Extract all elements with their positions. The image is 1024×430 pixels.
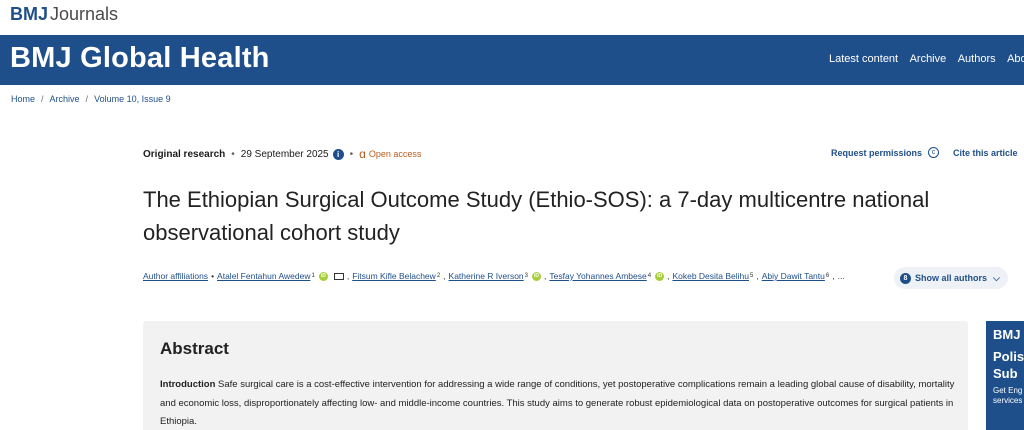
bmj-journals-logo[interactable]: BMJ Journals bbox=[10, 4, 118, 25]
meta-dot: • bbox=[231, 148, 235, 160]
author-affiliation-number: 1 bbox=[311, 273, 315, 279]
copyright-icon: c bbox=[928, 147, 940, 158]
abstract-panel: Abstract Introduction Safe surgical care… bbox=[143, 321, 968, 430]
ad-body-text: services bbox=[993, 396, 1023, 405]
breadcrumb-issue[interactable]: Volume 10, Issue 9 bbox=[94, 94, 171, 104]
cite-article-link[interactable]: Cite this article bbox=[953, 148, 1018, 158]
advertisement-banner[interactable]: BMJ Polis Sub Get Eng services bbox=[986, 321, 1024, 430]
nav-about[interactable]: About bbox=[1007, 53, 1024, 65]
author-list: Author affiliations • Atalel Fentahun Aw… bbox=[143, 271, 845, 281]
breadcrumb-home[interactable]: Home bbox=[11, 94, 35, 104]
breadcrumb-separator: / bbox=[41, 94, 44, 104]
author-separator: , bbox=[756, 271, 759, 281]
ad-headline: Polis bbox=[993, 349, 1024, 364]
article-title: The Ethiopian Surgical Outcome Study (Et… bbox=[143, 187, 930, 245]
article-actions: Request permissions c Cite this article bbox=[831, 147, 1018, 158]
ad-headline: Sub bbox=[993, 366, 1018, 381]
nav-archive[interactable]: Archive bbox=[910, 53, 947, 65]
author-separator: , bbox=[443, 271, 446, 281]
abstract-heading: Abstract bbox=[160, 339, 229, 358]
orcid-icon[interactable]: iD bbox=[655, 271, 665, 281]
author-separator: , bbox=[667, 271, 670, 281]
breadcrumb: Home / Archive / Volume 10, Issue 9 bbox=[11, 94, 171, 104]
author-link[interactable]: Kokeb Desita Belihu bbox=[672, 271, 749, 281]
author-separator: • bbox=[211, 271, 215, 281]
author-link[interactable]: Abiy Dawit Tantu bbox=[762, 271, 825, 281]
main-nav: Latest content Archive Authors About bbox=[829, 53, 1024, 65]
author-link[interactable]: Atalel Fentahun Awedew bbox=[217, 271, 310, 281]
logo-bmj-text: BMJ bbox=[10, 4, 49, 24]
breadcrumb-separator: / bbox=[85, 94, 89, 104]
publication-date: 29 September 2025 bbox=[240, 148, 329, 160]
author-count-badge: 8 bbox=[900, 272, 911, 284]
author-affiliation-number: 4 bbox=[647, 273, 652, 279]
author-affiliation-number: 6 bbox=[825, 273, 830, 279]
abstract-introduction: Introduction Safe surgical care is a cos… bbox=[160, 376, 960, 430]
ad-logo-text: BMJ bbox=[993, 327, 1021, 342]
open-access-label: Open access bbox=[368, 149, 422, 159]
journal-header: BMJ Global Health Latest content Archive… bbox=[0, 35, 1024, 85]
article-type: Original research bbox=[143, 148, 226, 160]
orcid-icon[interactable]: iD bbox=[318, 271, 328, 281]
nav-authors[interactable]: Authors bbox=[958, 53, 996, 65]
article-meta: Original research • 29 September 2025 i … bbox=[143, 147, 421, 161]
open-access-icon: ɑ bbox=[359, 147, 366, 161]
email-icon[interactable] bbox=[333, 272, 344, 280]
author-affiliation-number: 2 bbox=[436, 273, 441, 279]
authors-ellipsis: ... bbox=[837, 271, 845, 281]
request-permissions-link[interactable]: Request permissions bbox=[831, 148, 922, 158]
ad-body-text: Get Eng bbox=[993, 386, 1023, 395]
author-separator: , bbox=[346, 271, 350, 281]
author-affiliations-link[interactable]: Author affiliations bbox=[143, 271, 208, 281]
logo-journals-text: Journals bbox=[50, 4, 119, 24]
nav-latest-content[interactable]: Latest content bbox=[829, 53, 898, 65]
chevron-down-icon: ⌵ bbox=[993, 272, 1000, 283]
author-separator: , bbox=[832, 271, 835, 281]
author-link[interactable]: Tesfay Yohannes Ambese bbox=[549, 271, 646, 281]
author-separator: , bbox=[544, 271, 547, 281]
orcid-icon[interactable]: iD bbox=[532, 271, 541, 281]
abstract-intro-text: Safe surgical care is a cost-effective i… bbox=[160, 379, 955, 427]
show-all-authors-label: Show all authors bbox=[915, 273, 988, 283]
show-all-authors-button[interactable]: 8 Show all authors ⌵ bbox=[894, 267, 1008, 289]
info-icon[interactable]: i bbox=[332, 148, 344, 160]
author-link[interactable]: Katherine R Iverson bbox=[449, 271, 524, 281]
author-affiliation-number: 3 bbox=[524, 273, 528, 279]
abstract-intro-label: Introduction bbox=[160, 379, 216, 390]
site-topbar: BMJ Journals bbox=[0, 0, 1024, 35]
meta-dot: • bbox=[349, 148, 354, 160]
author-link[interactable]: Fitsum Kifle Belachew bbox=[352, 271, 436, 281]
journal-title[interactable]: BMJ Global Health bbox=[10, 42, 270, 75]
breadcrumb-archive[interactable]: Archive bbox=[50, 94, 80, 104]
author-affiliation-number: 5 bbox=[750, 273, 754, 279]
